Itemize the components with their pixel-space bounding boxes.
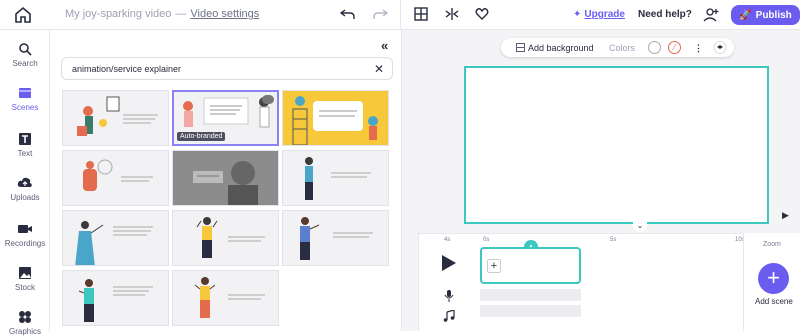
nav-uploads[interactable]: Uploads <box>0 176 50 202</box>
scene-template-selected[interactable]: Auto-branded <box>172 90 279 146</box>
redo-icon[interactable] <box>372 7 388 21</box>
microphone-icon[interactable] <box>444 290 454 302</box>
topbar-divider <box>400 0 401 30</box>
camera-icon <box>18 225 32 233</box>
zoom-label: Zoom <box>763 241 781 248</box>
undo-icon[interactable] <box>340 7 356 21</box>
nav-scenes[interactable]: Scenes <box>0 86 50 112</box>
nav-text[interactable]: Text <box>0 132 50 158</box>
timeline-scene-block[interactable]: + <box>480 247 581 284</box>
nav-recordings-label: Recordings <box>4 239 46 248</box>
nav-scenes-label: Scenes <box>11 103 39 112</box>
scene-template[interactable] <box>172 270 279 326</box>
template-illustration <box>196 217 265 258</box>
home-icon[interactable] <box>12 6 34 24</box>
scene-template[interactable] <box>62 270 169 326</box>
upgrade-label: Upgrade <box>584 9 625 20</box>
color-swatch-white[interactable] <box>648 41 661 54</box>
play-icon[interactable] <box>441 254 457 272</box>
background-icon <box>516 43 525 52</box>
top-bar: My joy-sparking video — Video settings ✦ Up… <box>0 0 800 30</box>
project-title[interactable]: My joy-sparking video <box>65 8 171 20</box>
scene-template[interactable] <box>172 210 279 266</box>
add-user-icon[interactable] <box>702 6 720 24</box>
template-illustration <box>77 96 158 136</box>
scene-template[interactable] <box>62 90 169 146</box>
nav-stock[interactable]: Stock <box>0 266 50 292</box>
next-scene-arrow-icon[interactable]: ▶ <box>782 210 789 221</box>
layers-icon[interactable] <box>713 41 727 54</box>
nav-search[interactable]: Search <box>0 42 50 68</box>
music-track[interactable] <box>480 305 581 317</box>
video-settings-link[interactable]: Video settings <box>190 8 259 20</box>
scene-template[interactable] <box>172 150 279 206</box>
nav-graphics[interactable]: Graphics <box>0 310 50 336</box>
grid-icon[interactable] <box>414 7 428 21</box>
nav-graphics-label: Graphics <box>8 327 41 336</box>
scene-template[interactable] <box>62 210 169 266</box>
scenes-icon <box>19 88 31 98</box>
search-icon <box>19 43 32 56</box>
color-picker-icon[interactable]: ⁄ <box>668 41 681 54</box>
add-background-button[interactable]: Add background <box>528 43 594 53</box>
add-scene-label: Add scene <box>755 297 793 306</box>
time-left-label: 4s <box>444 237 451 243</box>
audio-track[interactable] <box>480 289 581 301</box>
add-scene-button[interactable]: + <box>758 263 789 294</box>
template-illustration <box>305 157 371 200</box>
scene-template[interactable] <box>62 150 169 206</box>
scene-canvas[interactable] <box>464 66 769 224</box>
add-element-button[interactable]: + <box>487 259 501 273</box>
preview-eye-icon[interactable] <box>262 95 274 104</box>
template-illustration <box>292 96 378 145</box>
align-icon[interactable] <box>445 7 459 21</box>
template-illustration <box>300 217 373 260</box>
graphics-icon <box>19 311 31 323</box>
rocket-icon: 🚀 <box>739 9 752 21</box>
scene-template[interactable] <box>282 90 389 146</box>
more-options-button[interactable]: ⋮ <box>694 43 703 54</box>
publish-button[interactable]: 🚀 Publish <box>731 5 800 25</box>
sparkle-icon: ✦ <box>573 9 582 20</box>
left-nav: Search Scenes Text Uploads Recordings St… <box>0 30 50 336</box>
template-illustration <box>78 279 153 322</box>
upgrade-link[interactable]: ✦ Upgrade <box>573 9 625 20</box>
template-illustration <box>83 159 153 191</box>
template-illustration <box>173 151 278 205</box>
scene-template[interactable] <box>282 150 389 206</box>
auto-branded-badge: Auto-branded <box>177 132 226 141</box>
nav-stock-label: Stock <box>14 283 35 292</box>
timeline-gutter <box>418 230 419 331</box>
template-illustration <box>75 221 153 265</box>
nav-uploads-label: Uploads <box>10 193 40 202</box>
upload-icon <box>17 177 32 187</box>
text-icon <box>19 133 31 145</box>
project-title-bar: My joy-sparking video — Video settings <box>65 8 259 20</box>
collapse-panel-button[interactable]: « <box>381 38 388 53</box>
scene-template[interactable] <box>282 210 389 266</box>
nav-search-label: Search <box>12 59 38 68</box>
music-note-icon[interactable] <box>443 310 455 322</box>
colors-label: Colors <box>609 43 636 53</box>
time-mark: 5s <box>610 237 617 243</box>
heart-icon[interactable] <box>475 7 489 21</box>
publish-label: Publish <box>755 9 792 21</box>
canvas-toolbar: Add background Colors ⁄ ⋮ <box>501 38 734 57</box>
stock-icon <box>19 267 31 279</box>
nav-recordings[interactable]: Recordings <box>0 222 50 248</box>
search-query: animation/service explainer <box>72 64 182 74</box>
scene-search-input[interactable]: animation/service explainer ✕ <box>61 57 393 80</box>
help-link[interactable]: Need help? <box>638 9 692 20</box>
template-illustration <box>194 277 265 318</box>
title-separator: — <box>175 8 187 20</box>
time-mark: 0s <box>483 237 490 243</box>
clear-search-icon[interactable]: ✕ <box>374 62 384 76</box>
nav-text-label: Text <box>17 149 33 158</box>
